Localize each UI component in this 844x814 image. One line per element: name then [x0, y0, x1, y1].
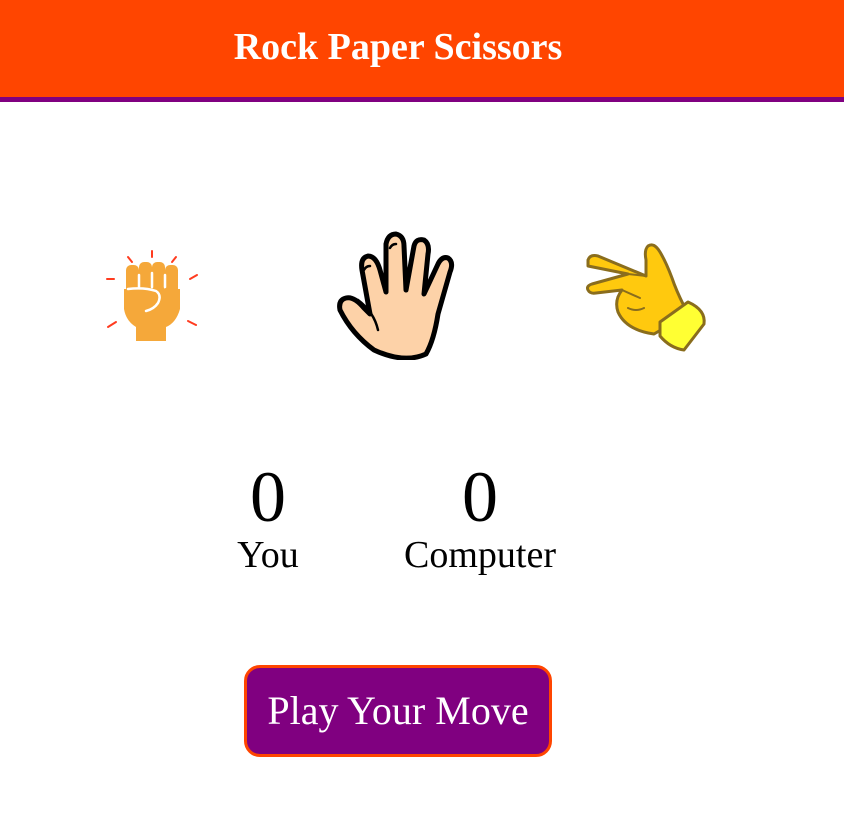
page-title: Rock Paper Scissors [233, 26, 563, 68]
user-score: 0 You [218, 457, 318, 577]
victory-hand-icon [586, 243, 706, 352]
scissors-choice-button[interactable] [584, 238, 710, 354]
rock-choice-button[interactable] [104, 247, 200, 343]
user-score-label: You [237, 534, 299, 576]
user-score-value: 0 [250, 457, 286, 537]
raised-fist-icon [106, 250, 198, 341]
computer-score-label: Computer [404, 534, 556, 576]
computer-score: 0 Computer [390, 457, 570, 577]
computer-score-value: 0 [462, 457, 498, 537]
app-header: Rock Paper Scissors [0, 0, 844, 102]
paper-choice-button[interactable] [334, 230, 462, 360]
play-your-move-button[interactable]: Play Your Move [244, 665, 552, 757]
open-hand-icon [337, 231, 455, 360]
